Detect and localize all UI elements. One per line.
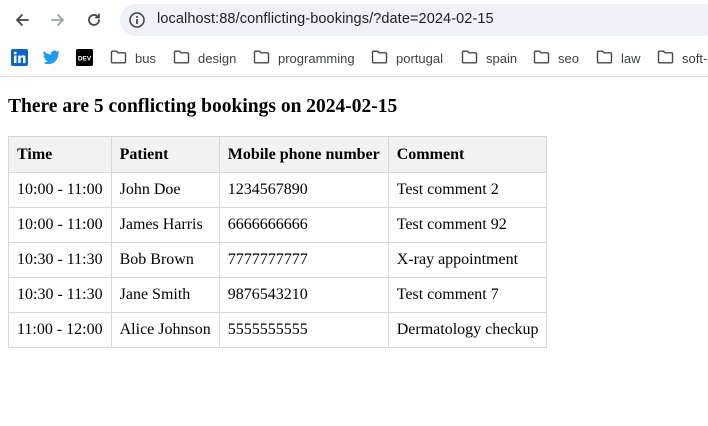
bookmark-folder-programming[interactable]: programming — [253, 48, 355, 68]
cell-comment: Test comment 7 — [387, 277, 548, 313]
reload-icon[interactable] — [80, 6, 108, 34]
cell-time: 10:00 - 11:00 — [8, 207, 112, 243]
page-title: There are 5 conflicting bookings on 2024… — [8, 96, 398, 117]
cell-time: 10:00 - 11:00 — [8, 172, 112, 208]
cell-time: 11:00 - 12:00 — [8, 312, 112, 348]
bookmark-folder-law[interactable]: law — [596, 48, 641, 68]
table-row: 11:00 - 12:00 Alice Johnson 5555555555 D… — [8, 312, 548, 348]
cell-phone: 1234567890 — [218, 172, 389, 208]
url-text[interactable]: localhost:88/conflicting-bookings/?date=… — [157, 11, 494, 27]
bookmark-folder-seo[interactable]: seo — [533, 48, 579, 68]
folder-icon — [596, 50, 613, 67]
column-header-comment: Comment — [387, 136, 548, 173]
cell-comment: Test comment 2 — [387, 172, 548, 208]
bookmarks-bar: DEV bus design programming portugal spai… — [0, 40, 708, 77]
table-row: 10:30 - 11:30 Jane Smith 9876543210 Test… — [8, 277, 548, 313]
bookmark-label: spain — [486, 50, 518, 66]
table-row: 10:00 - 11:00 John Doe 1234567890 Test c… — [8, 172, 548, 208]
arrow-back-icon[interactable] — [8, 6, 36, 34]
bookmark-folder-design[interactable]: design — [173, 48, 236, 68]
cell-comment: X-ray appointment — [387, 242, 548, 278]
bookmark-folder-spain[interactable]: spain — [461, 48, 517, 68]
bookmark-label: design — [198, 50, 237, 66]
cell-patient: Alice Johnson — [110, 312, 220, 348]
folder-icon — [371, 50, 388, 67]
cell-time: 10:30 - 11:30 — [8, 242, 112, 278]
site-info-icon[interactable] — [128, 11, 146, 29]
cell-time: 10:30 - 11:30 — [8, 277, 112, 313]
cell-comment: Dermatology checkup — [387, 312, 548, 348]
column-header-time: Time — [8, 136, 112, 173]
column-header-mobile: Mobile phone number — [218, 136, 389, 173]
folder-icon — [657, 50, 674, 67]
cell-phone: 6666666666 — [218, 207, 389, 243]
page-content: There are 5 conflicting bookings on 2024… — [8, 78, 700, 348]
bookmark-label: bus — [135, 50, 156, 66]
twitter-icon[interactable] — [43, 50, 60, 67]
table-row: 10:00 - 11:00 James Harris 6666666666 Te… — [8, 207, 548, 243]
bookmark-label: seo — [558, 50, 579, 66]
linkedin-icon[interactable] — [11, 49, 28, 66]
browser-toolbar: localhost:88/conflicting-bookings/?date=… — [0, 0, 708, 40]
folder-icon — [533, 50, 550, 67]
cell-patient: Bob Brown — [110, 242, 220, 278]
dev-icon[interactable]: DEV — [76, 49, 93, 66]
cell-patient: James Harris — [110, 207, 220, 243]
folder-icon — [173, 50, 190, 67]
table-header-row: Time Patient Mobile phone number Comment — [8, 136, 548, 173]
folder-icon — [461, 50, 478, 67]
cell-patient: Jane Smith — [110, 277, 220, 313]
address-bar[interactable]: localhost:88/conflicting-bookings/?date=… — [120, 4, 708, 36]
bookmark-label: programming — [278, 50, 355, 66]
cell-comment: Test comment 92 — [387, 207, 548, 243]
bookmark-label: portugal — [396, 50, 443, 66]
svg-text:DEV: DEV — [78, 56, 92, 63]
bookmark-folder-portugal[interactable]: portugal — [371, 48, 443, 68]
arrow-forward-icon[interactable] — [44, 6, 72, 34]
folder-icon — [253, 50, 270, 67]
bookings-table: Time Patient Mobile phone number Comment… — [8, 136, 548, 348]
cell-phone: 5555555555 — [218, 312, 389, 348]
folder-icon — [110, 50, 127, 67]
bookmark-folder-bus[interactable]: bus — [110, 48, 156, 68]
table-row: 10:30 - 11:30 Bob Brown 7777777777 X-ray… — [8, 242, 548, 278]
cell-phone: 9876543210 — [218, 277, 389, 313]
bookmark-label: law — [621, 50, 641, 66]
bookmark-folder-soft[interactable]: soft- — [657, 48, 707, 68]
bookmark-label: soft- — [682, 50, 708, 66]
cell-patient: John Doe — [110, 172, 220, 208]
cell-phone: 7777777777 — [218, 242, 389, 278]
column-header-patient: Patient — [110, 136, 220, 173]
